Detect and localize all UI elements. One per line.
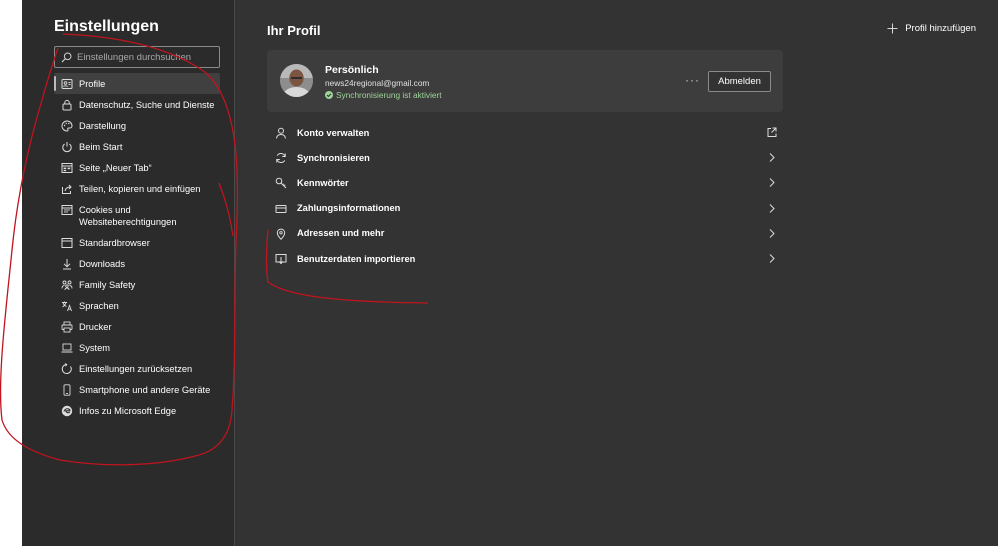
sidebar-item-phone[interactable]: Smartphone und andere Geräte: [54, 379, 220, 400]
chevron-right-icon: [767, 177, 777, 188]
sidebar-item-label: Profile: [79, 79, 106, 89]
phone-icon: [61, 384, 73, 396]
sidebar-item-label: Downloads: [79, 259, 125, 269]
sign-out-button[interactable]: Abmelden: [708, 71, 771, 92]
sidebar-item-cookies[interactable]: Cookies und Websiteberechtigungen: [54, 199, 220, 232]
row-passwords[interactable]: Kennwörter: [267, 170, 783, 195]
search-icon: [61, 52, 72, 62]
sidebar-item-label: Standardbrowser: [79, 238, 150, 248]
profile-email: news24regional@gmail.com: [325, 78, 430, 88]
sidebar-item-label: Drucker: [79, 322, 112, 332]
laptop-icon: [61, 342, 73, 354]
plus-icon: [887, 23, 898, 34]
sidebar-item-label: Beim Start: [79, 142, 123, 152]
person-icon: [275, 127, 287, 139]
family-icon: [61, 279, 73, 291]
row-label: Adressen und mehr: [297, 228, 385, 239]
profile-card-icon: [61, 78, 73, 90]
sidebar-item-label: Sprachen: [79, 301, 119, 311]
sync-status-label: Synchronisierung ist aktiviert: [336, 90, 442, 100]
chevron-right-icon: [767, 203, 777, 214]
sidebar-item-family-safety[interactable]: Family Safety: [54, 274, 220, 295]
add-profile-label: Profil hinzufügen: [905, 23, 976, 34]
sidebar-item-startup[interactable]: Beim Start: [54, 136, 220, 157]
sidebar-item-default-browser[interactable]: Standardbrowser: [54, 232, 220, 253]
sidebar-item-label: Seite „Neuer Tab“: [79, 163, 152, 173]
cookies-icon: [61, 204, 73, 216]
row-label: Synchronisieren: [297, 152, 370, 163]
profile-card: Persönlich news24regional@gmail.com Sync…: [267, 50, 783, 112]
chevron-right-icon: [767, 152, 777, 163]
settings-search-box[interactable]: [54, 46, 220, 68]
sidebar-item-label: Datenschutz, Suche und Dienste: [79, 100, 215, 110]
profile-name: Persönlich: [325, 64, 379, 76]
sidebar-item-reset[interactable]: Einstellungen zurücksetzen: [54, 358, 220, 379]
sidebar-item-languages[interactable]: Sprachen: [54, 295, 220, 316]
sidebar-item-label: Teilen, kopieren und einfügen: [79, 184, 201, 194]
key-icon: [275, 177, 287, 189]
sidebar-title: Einstellungen: [54, 18, 159, 35]
row-import-data[interactable]: Benutzerdaten importieren: [267, 246, 783, 271]
row-label: Benutzerdaten importieren: [297, 253, 416, 264]
settings-sidebar: Einstellungen Profile Datenschutz, Suche…: [22, 0, 235, 546]
edge-logo-icon: [61, 405, 73, 417]
sidebar-item-label: System: [79, 343, 110, 353]
chevron-right-icon: [767, 253, 777, 264]
sidebar-item-label: Einstellungen zurücksetzen: [79, 364, 193, 374]
sidebar-item-label: Smartphone und andere Geräte: [79, 385, 211, 395]
sidebar-item-downloads[interactable]: Downloads: [54, 253, 220, 274]
credit-card-icon: [275, 203, 287, 215]
sidebar-item-privacy[interactable]: Datenschutz, Suche und Dienste: [54, 94, 220, 115]
row-sync[interactable]: Synchronisieren: [267, 145, 783, 170]
share-icon: [61, 183, 73, 195]
sidebar-item-share[interactable]: Teilen, kopieren und einfügen: [54, 178, 220, 199]
external-link-icon: [767, 127, 777, 138]
sync-status: Synchronisierung ist aktiviert: [325, 90, 442, 100]
sidebar-item-label: Cookies und Websiteberechtigungen: [79, 205, 177, 227]
lock-icon: [61, 99, 73, 111]
settings-main: Ihr Profil Profil hinzufügen Persönlich …: [236, 0, 998, 546]
search-input[interactable]: [77, 51, 217, 63]
sidebar-item-new-tab[interactable]: Seite „Neuer Tab“: [54, 157, 220, 178]
sync-icon: [275, 152, 287, 164]
default-browser-icon: [61, 237, 73, 249]
settings-nav: Profile Datenschutz, Suche und Dienste D…: [54, 73, 220, 421]
more-options-button[interactable]: ···: [685, 73, 700, 87]
sidebar-item-profile[interactable]: Profile: [54, 73, 220, 94]
sidebar-item-label: Infos zu Microsoft Edge: [79, 406, 177, 416]
languages-icon: [61, 300, 73, 312]
download-icon: [61, 258, 73, 270]
palette-icon: [61, 120, 73, 132]
edge-settings-window: Einstellungen Profile Datenschutz, Suche…: [22, 0, 998, 546]
row-addresses[interactable]: Adressen und mehr: [267, 221, 783, 246]
printer-icon: [61, 321, 73, 333]
sidebar-item-printer[interactable]: Drucker: [54, 316, 220, 337]
profile-settings-list: Konto verwalten Synchronisieren Kennwört…: [267, 120, 783, 271]
location-pin-icon: [275, 228, 287, 240]
power-icon: [61, 141, 73, 153]
check-circle-icon: [325, 91, 333, 99]
row-manage-account[interactable]: Konto verwalten: [267, 120, 783, 145]
row-label: Zahlungsinformationen: [297, 203, 401, 214]
avatar: [280, 64, 313, 97]
sidebar-item-label: Darstellung: [79, 121, 127, 131]
chevron-right-icon: [767, 228, 777, 239]
row-payment-info[interactable]: Zahlungsinformationen: [267, 196, 783, 221]
sidebar-item-label: Family Safety: [79, 280, 136, 290]
sidebar-item-system[interactable]: System: [54, 337, 220, 358]
sidebar-item-about-edge[interactable]: Infos zu Microsoft Edge: [54, 400, 220, 421]
add-profile-button[interactable]: Profil hinzufügen: [887, 23, 976, 34]
reset-icon: [61, 363, 73, 375]
row-label: Kennwörter: [297, 177, 349, 188]
row-label: Konto verwalten: [297, 127, 370, 138]
import-icon: [275, 253, 287, 265]
sidebar-item-appearance[interactable]: Darstellung: [54, 115, 220, 136]
page-title: Ihr Profil: [267, 23, 321, 38]
new-tab-page-icon: [61, 162, 73, 174]
